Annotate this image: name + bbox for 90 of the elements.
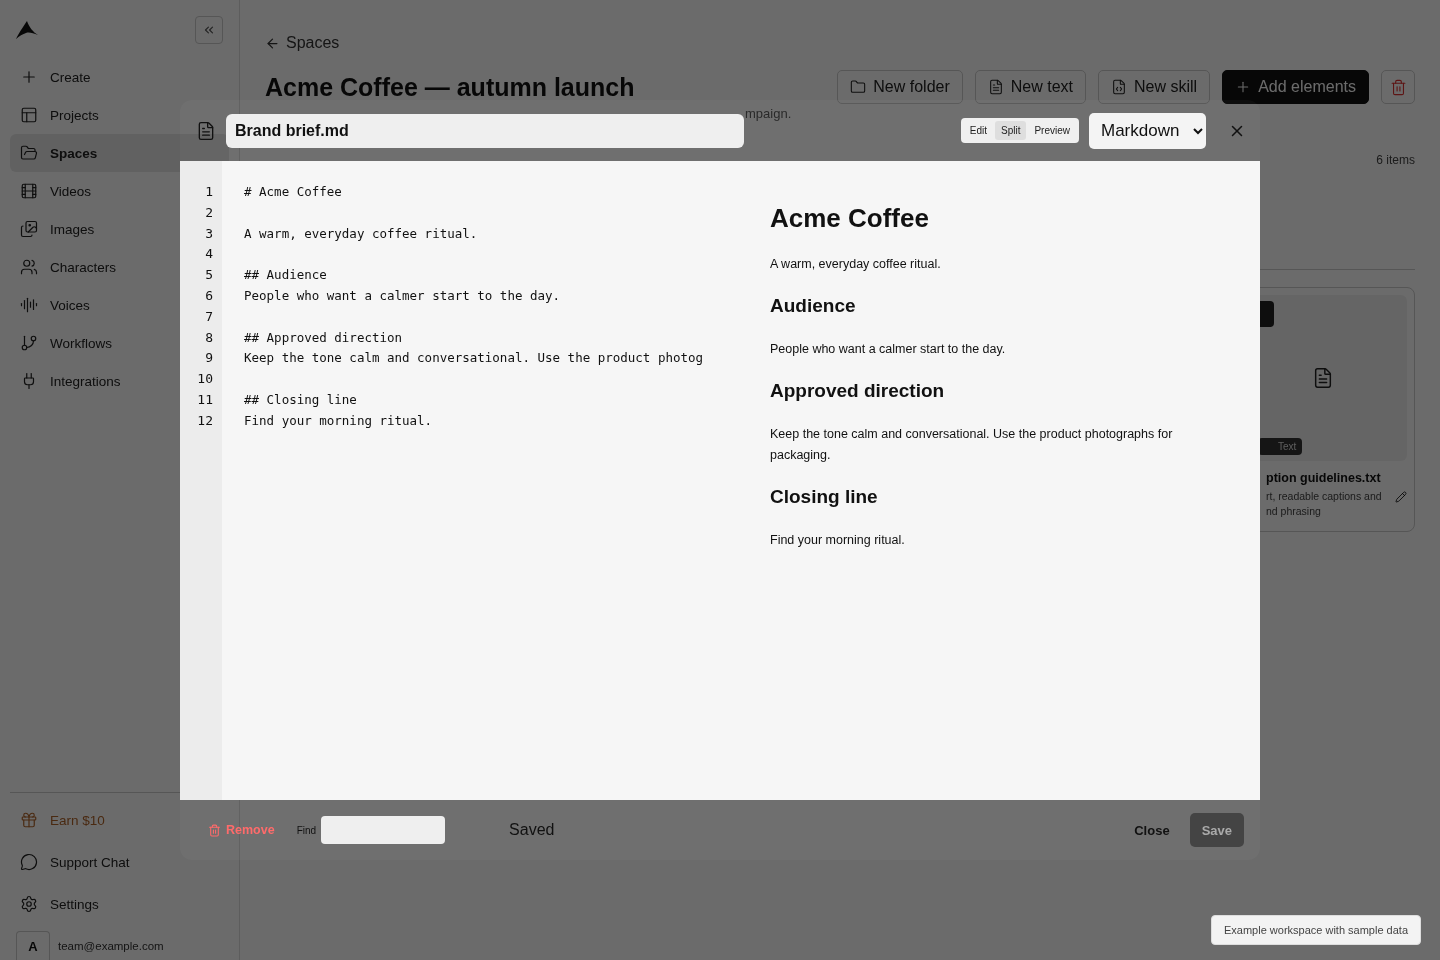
nav-label: Integrations (50, 373, 121, 389)
preview-paragraph: Keep the tone calm and conversational. Use the product photographs for packaging. (770, 426, 1174, 464)
code-line: Keep the tone calm and conversational. Use the product photog (244, 349, 705, 368)
line-number: 3 (204, 224, 214, 243)
code-line: ## Closing line (244, 390, 358, 409)
card-description: rt, readable captions and nd phrasing (1266, 489, 1382, 519)
preview-paragraph: Find your morning ritual. (770, 532, 906, 549)
filename-field[interactable]: Brand brief.md (226, 113, 744, 148)
line-number: 12 (196, 411, 214, 430)
preview-paragraph: People who want a calmer start to the day. (770, 341, 1007, 358)
preview-subheading: Closing line (770, 486, 879, 508)
line-number: 11 (196, 390, 214, 409)
mode-tab[interactable]: Preview (1028, 121, 1076, 140)
code-line: ## Approved direction (244, 328, 404, 347)
line-number: 10 (196, 370, 214, 389)
toast: Example workspace with sample data (1210, 915, 1421, 945)
nav-label: Support Chat (50, 854, 130, 870)
account-email: team@example.com (58, 939, 164, 952)
collapse-icon (202, 23, 216, 37)
folder-icon (850, 79, 867, 95)
line-number: 2 (204, 203, 214, 222)
action-button[interactable]: New folder (837, 70, 963, 104)
nav-icon (20, 334, 38, 352)
nav-label: Videos (50, 183, 92, 199)
document-icon (987, 79, 1004, 95)
code-line: A warm, everyday coffee ritual. (244, 224, 479, 243)
line-number: 6 (204, 287, 214, 305)
code-line: ## Audience (244, 266, 328, 285)
page-title: Acme Coffee — autumn launch (265, 72, 635, 102)
collapse-button[interactable] (195, 16, 223, 44)
chat-icon (20, 853, 38, 871)
save-status: Saved (509, 821, 555, 839)
code-line: People who want a calmer start to the day. (244, 287, 562, 305)
nav-label: Spaces (50, 145, 98, 161)
settings-icon (20, 895, 38, 913)
close-button[interactable]: Close (1114, 822, 1190, 838)
nav-icon (20, 220, 38, 238)
logo-icon (16, 21, 38, 39)
mode-tab[interactable]: Edit (963, 121, 993, 140)
avatar: A (16, 931, 50, 960)
action-button[interactable]: New skill (1098, 70, 1211, 104)
nav-icon (20, 106, 38, 124)
code-line: Find your morning ritual. (244, 411, 434, 430)
nav-label: Earn $10 (50, 812, 105, 828)
nav-label: Create (50, 69, 91, 85)
line-number: 8 (204, 328, 214, 347)
edit-icon[interactable] (1395, 491, 1407, 503)
preview-subheading: Approved direction (770, 380, 946, 402)
trash-icon (208, 823, 221, 837)
nav-label: Settings (50, 896, 99, 912)
line-number: 4 (204, 245, 214, 264)
nav-label: Images (50, 221, 95, 237)
nav-icon (20, 68, 38, 86)
gift-icon (20, 811, 38, 829)
item-count: 6 items (1376, 153, 1415, 167)
trash-icon (1389, 78, 1407, 96)
action-button[interactable]: Add elements (1222, 70, 1369, 104)
preview-heading: Acme Coffee (770, 203, 930, 234)
delete-button[interactable] (1381, 70, 1415, 104)
nav-icon (20, 144, 38, 162)
preview-subheading: Audience (770, 295, 857, 317)
nav-label: Workflows (50, 335, 112, 351)
preview-paragraph: A warm, everyday coffee ritual. (770, 256, 942, 273)
sidebar-item[interactable]: Support Chat (10, 843, 229, 881)
card-title: ption guidelines.txt (1266, 471, 1382, 485)
line-number: 5 (204, 266, 214, 285)
sidebar-item[interactable]: Create (10, 58, 229, 96)
page-subtitle: mpaign. (745, 106, 793, 121)
nav-icon (20, 258, 38, 276)
sidebar-item[interactable]: Settings (10, 885, 229, 923)
format-select[interactable]: Markdown (1089, 112, 1206, 149)
find-field[interactable] (321, 816, 446, 844)
back-link[interactable]: Spaces (265, 34, 1415, 52)
line-number: 7 (204, 307, 214, 326)
find-label: Find (296, 824, 317, 836)
nav-icon (20, 296, 38, 314)
document-icon (196, 120, 216, 141)
code-line: # Acme Coffee (244, 183, 343, 201)
sidebar-item[interactable]: Spaces (10, 134, 229, 172)
line-number: 9 (204, 349, 214, 368)
nav-label: Projects (50, 107, 99, 123)
action-button[interactable]: New text (974, 70, 1087, 104)
nav-icon (20, 182, 38, 200)
mode-tab[interactable]: Split (994, 121, 1027, 140)
line-number: 1 (204, 183, 214, 201)
code-file-icon (1111, 79, 1128, 95)
type-badge: Text (1258, 438, 1303, 455)
nav-label: Characters (50, 259, 117, 275)
nav-label: Voices (50, 297, 90, 313)
sidebar-item[interactable]: Projects (10, 96, 229, 134)
